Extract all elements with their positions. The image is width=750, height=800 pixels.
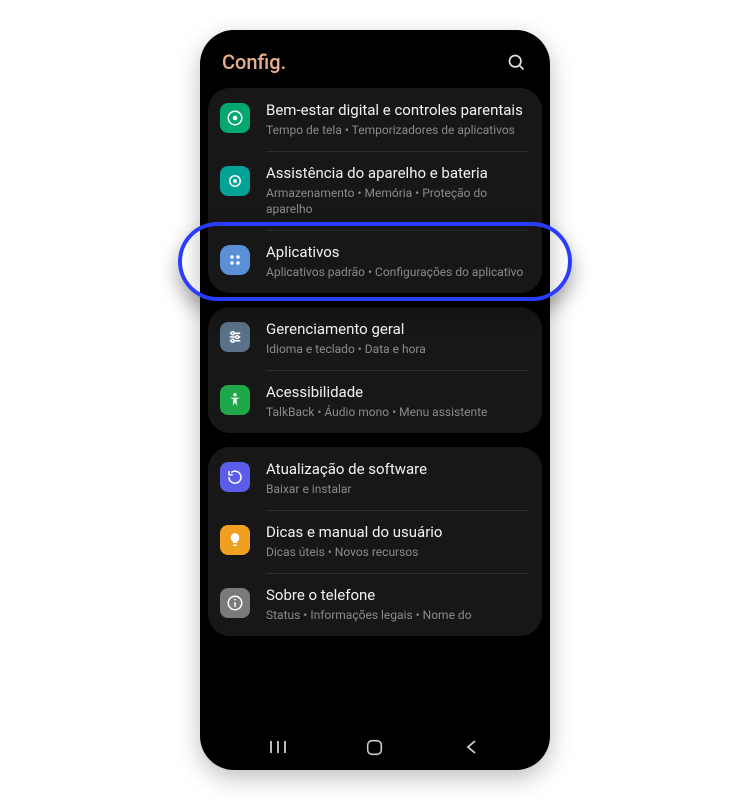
settings-item-subtitle: Tempo de tela • Temporizadores de aplica… <box>266 122 526 138</box>
search-icon <box>506 52 527 73</box>
search-button[interactable] <box>504 50 528 74</box>
update-icon <box>220 462 250 492</box>
settings-item-subtitle: Idioma e teclado • Data e hora <box>266 341 526 357</box>
settings-item-title: Bem-estar digital e controles parentais <box>266 101 526 120</box>
home-button[interactable] <box>355 733 395 761</box>
settings-header: Config. <box>200 30 550 88</box>
settings-group: Bem-estar digital e controles parentais T… <box>208 88 542 293</box>
settings-item-title: Gerenciamento geral <box>266 320 526 339</box>
settings-item-text: Dicas e manual do usuário Dicas úteis • N… <box>266 523 526 560</box>
accessibility-icon <box>220 385 250 415</box>
settings-item-title: Assistência do aparelho e bateria <box>266 164 526 183</box>
settings-group: Gerenciamento geral Idioma e teclado • Da… <box>208 307 542 433</box>
settings-item-text: Sobre o telefone Status • Informações leg… <box>266 586 526 623</box>
info-icon <box>220 588 250 618</box>
heart-circle-icon <box>220 103 250 133</box>
sliders-icon <box>220 322 250 352</box>
settings-item-text: Bem-estar digital e controles parentais T… <box>266 101 526 138</box>
settings-item-subtitle: TalkBack • Áudio mono • Menu assistente <box>266 404 526 420</box>
android-navbar <box>200 730 550 770</box>
settings-item-apps[interactable]: Aplicativos Aplicativos padrão • Configur… <box>208 230 542 293</box>
home-icon <box>366 739 383 756</box>
settings-item-text: Acessibilidade TalkBack • Áudio mono • Me… <box>266 383 526 420</box>
settings-item-title: Dicas e manual do usuário <box>266 523 526 542</box>
settings-item-device-care[interactable]: Assistência do aparelho e bateria Armazen… <box>208 151 542 230</box>
settings-item-general-management[interactable]: Gerenciamento geral Idioma e teclado • Da… <box>208 307 542 370</box>
care-icon <box>220 166 250 196</box>
settings-item-text: Atualização de software Baixar e instalar <box>266 460 526 497</box>
settings-item-digital-wellbeing[interactable]: Bem-estar digital e controles parentais T… <box>208 88 542 151</box>
settings-list[interactable]: Bem-estar digital e controles parentais T… <box>200 88 550 730</box>
settings-item-software-update[interactable]: Atualização de software Baixar e instalar <box>208 447 542 510</box>
settings-item-text: Aplicativos Aplicativos padrão • Configur… <box>266 243 526 280</box>
phone-frame: Config. Bem-estar digital e controles pa… <box>200 30 550 770</box>
apps-grid-icon <box>220 245 250 275</box>
recents-icon <box>268 739 288 755</box>
settings-item-about-phone[interactable]: Sobre o telefone Status • Informações leg… <box>208 573 542 636</box>
settings-item-accessibility[interactable]: Acessibilidade TalkBack • Áudio mono • Me… <box>208 370 542 433</box>
settings-item-text: Assistência do aparelho e bateria Armazen… <box>266 164 526 217</box>
settings-item-subtitle: Aplicativos padrão • Configurações do ap… <box>266 264 526 280</box>
settings-item-subtitle: Dicas úteis • Novos recursos <box>266 544 526 560</box>
settings-item-text: Gerenciamento geral Idioma e teclado • Da… <box>266 320 526 357</box>
settings-item-subtitle: Baixar e instalar <box>266 481 526 497</box>
back-button[interactable] <box>452 733 492 761</box>
recents-button[interactable] <box>258 733 298 761</box>
settings-item-subtitle: Armazenamento • Memória • Proteção do ap… <box>266 185 526 217</box>
settings-group: Atualização de software Baixar e instalar… <box>208 447 542 636</box>
settings-item-tips[interactable]: Dicas e manual do usuário Dicas úteis • N… <box>208 510 542 573</box>
bulb-icon <box>220 525 250 555</box>
settings-item-title: Atualização de software <box>266 460 526 479</box>
page-title: Config. <box>222 50 286 74</box>
settings-item-subtitle: Status • Informações legais • Nome do <box>266 607 526 623</box>
back-icon <box>465 739 479 755</box>
settings-item-title: Aplicativos <box>266 243 526 262</box>
settings-item-title: Sobre o telefone <box>266 586 526 605</box>
settings-item-title: Acessibilidade <box>266 383 526 402</box>
